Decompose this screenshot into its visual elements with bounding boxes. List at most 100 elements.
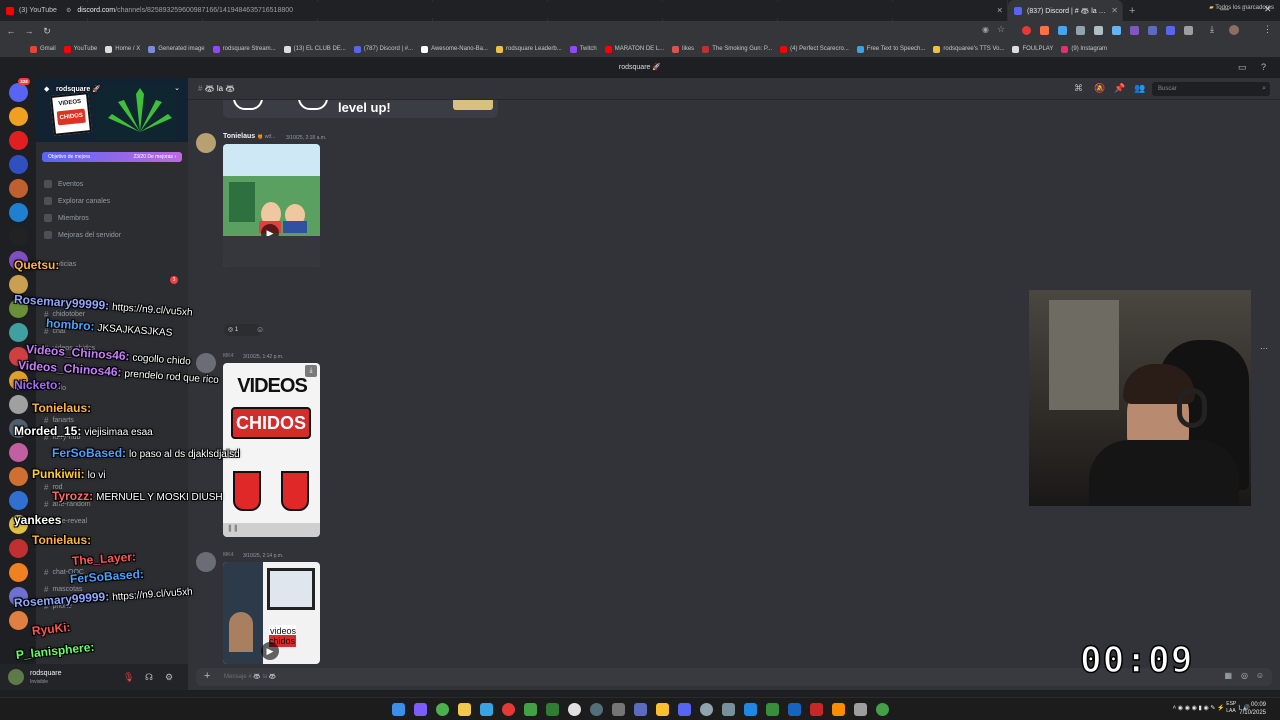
- bookmark-item[interactable]: rodsquare Leaderb...: [495, 45, 562, 53]
- obs-icon[interactable]: [568, 703, 581, 716]
- extension-icon[interactable]: [1148, 26, 1157, 35]
- download-icon[interactable]: ⤓: [1210, 24, 1214, 35]
- server-icon[interactable]: [9, 611, 28, 630]
- file-explorer-icon[interactable]: [458, 703, 471, 716]
- extension-record-icon[interactable]: [1022, 26, 1031, 35]
- avatar[interactable]: [196, 552, 216, 572]
- bookmark-item[interactable]: Twitch: [569, 45, 597, 53]
- bookmark-item[interactable]: likes: [672, 45, 694, 53]
- bookmark-star-icon[interactable]: ☆: [997, 24, 1005, 35]
- extension-icon[interactable]: [1130, 26, 1139, 35]
- avatar[interactable]: [8, 669, 24, 685]
- taskbar-app-icon[interactable]: [546, 703, 559, 716]
- taskbar-app-icon[interactable]: [414, 703, 427, 716]
- extension-icon[interactable]: [1040, 26, 1049, 35]
- server-icon[interactable]: [9, 467, 28, 486]
- server-icon[interactable]: [9, 155, 28, 174]
- message-author[interactable]: MK4: [223, 552, 234, 558]
- gif-icon[interactable]: ◎: [1241, 671, 1248, 680]
- boost-goal-bar[interactable]: Objetivo de mejora 23/20 De mejoras ›: [42, 152, 182, 162]
- play-icon[interactable]: ▶: [261, 642, 279, 660]
- server-icon[interactable]: [9, 227, 28, 246]
- profile-avatar[interactable]: [1229, 25, 1239, 35]
- bookmark-item[interactable]: YouTube: [63, 45, 97, 53]
- reload-icon[interactable]: ↻: [40, 26, 54, 37]
- add-reaction-icon[interactable]: ☺: [256, 325, 264, 334]
- bookmark-item[interactable]: Awesome-Nano-Ba...: [421, 45, 488, 53]
- add-attachment-icon[interactable]: +: [204, 670, 210, 682]
- server-icon[interactable]: [9, 107, 28, 126]
- taskbar-app-icon[interactable]: [854, 703, 867, 716]
- server-icon[interactable]: [9, 539, 28, 558]
- browser-tab[interactable]: (837) Discord | # 🦝 la 🦝 | rodsquare ✕: [1008, 0, 1123, 21]
- chrome-icon[interactable]: [436, 703, 449, 716]
- discord-taskbar-icon[interactable]: [678, 703, 691, 716]
- level-up-image[interactable]: level up!: [223, 100, 498, 118]
- bookmark-item[interactable]: Home / X: [105, 45, 140, 53]
- pause-icon[interactable]: ❚❚: [227, 524, 239, 532]
- sidebar-item-browse-channels[interactable]: Explorar canales: [44, 197, 110, 205]
- notification-bell-icon[interactable]: 🔕: [1094, 83, 1105, 94]
- sidebar-item-members[interactable]: Miembros: [44, 214, 89, 222]
- bookmark-item[interactable]: rodsquaree's TTS Vo...: [933, 45, 1004, 53]
- search-input[interactable]: Buscar ⌕: [1152, 82, 1270, 96]
- taskbar-app-icon[interactable]: [700, 703, 713, 716]
- help-icon[interactable]: ?: [1261, 62, 1266, 72]
- bookmark-item[interactable]: (4) Perfect Scarecro...: [780, 45, 849, 53]
- extension-icon[interactable]: [1094, 26, 1103, 35]
- bookmark-item[interactable]: rodsquare Stream...: [212, 45, 276, 53]
- bookmark-item[interactable]: Free Text to Speech...: [856, 45, 925, 53]
- server-icon[interactable]: [9, 203, 28, 222]
- direct-messages-icon[interactable]: [9, 83, 28, 102]
- forward-icon[interactable]: →: [22, 26, 36, 36]
- extensions-puzzle-icon[interactable]: [1184, 26, 1193, 35]
- video-attachment[interactable]: ▶: [223, 144, 320, 267]
- mute-microphone-icon[interactable]: 🎙: [123, 672, 134, 683]
- settings-gear-icon[interactable]: ⚙: [165, 672, 173, 683]
- pin-icon[interactable]: 📌: [1114, 83, 1125, 94]
- headphones-icon[interactable]: ☊: [145, 672, 153, 683]
- taskbar-app-icon[interactable]: [832, 703, 845, 716]
- gift-icon[interactable]: ▦: [1224, 671, 1232, 680]
- url-input[interactable]: ⚙ discord.com/channels/82589325960098716…: [58, 2, 998, 18]
- taskbar-app-icon[interactable]: [590, 703, 603, 716]
- server-icon[interactable]: [9, 131, 28, 150]
- tracking-icon[interactable]: ◉: [982, 25, 989, 34]
- server-icon[interactable]: [9, 275, 28, 294]
- emoji-icon[interactable]: ☺: [1256, 671, 1264, 680]
- server-icon[interactable]: [9, 491, 28, 510]
- taskbar-app-icon[interactable]: [502, 703, 515, 716]
- all-bookmarks-link[interactable]: ▰ Todos los marcadores: [1209, 4, 1274, 11]
- sidebar-item-server-boosts[interactable]: Mejoras del servidor: [44, 231, 121, 239]
- extension-icon[interactable]: [1166, 26, 1175, 35]
- server-icon[interactable]: [9, 563, 28, 582]
- chevron-down-icon[interactable]: ⌄: [174, 84, 180, 92]
- taskbar-app-icon[interactable]: [656, 703, 669, 716]
- server-icon[interactable]: [9, 179, 28, 198]
- bookmark-item[interactable]: (787) Discord | #...: [353, 45, 413, 53]
- taskbar-app-icon[interactable]: [612, 703, 625, 716]
- threads-icon[interactable]: ⌘: [1074, 83, 1083, 94]
- start-windows-icon[interactable]: [392, 703, 405, 716]
- inbox-icon[interactable]: ▭: [1238, 62, 1247, 73]
- taskbar-app-icon[interactable]: [480, 703, 493, 716]
- back-icon[interactable]: ←: [4, 26, 18, 36]
- browser-menu-icon[interactable]: ⋮: [1263, 24, 1272, 35]
- taskbar-app-icon[interactable]: [766, 703, 779, 716]
- server-icon[interactable]: [9, 443, 28, 462]
- close-tab-icon[interactable]: ✕: [1111, 6, 1118, 15]
- bookmark-item[interactable]: MARATON DE L...: [604, 45, 664, 53]
- site-info-icon[interactable]: ⚙: [66, 7, 71, 14]
- new-tab-button[interactable]: +: [1123, 5, 1141, 17]
- taskbar-app-icon[interactable]: [524, 703, 537, 716]
- system-clock[interactable]: 00:09 7/10/2025: [1239, 701, 1266, 717]
- avatar[interactable]: [196, 133, 216, 153]
- server-icon[interactable]: [9, 323, 28, 342]
- extension-icon[interactable]: [1058, 26, 1067, 35]
- bookmark-item[interactable]: The Smoking Gun: P...: [702, 45, 772, 53]
- bookmark-item[interactable]: Generated image: [148, 45, 205, 53]
- server-banner[interactable]: VIDEOS CHIDOS ◆ rodsquare 🚀 ⌄: [36, 78, 188, 142]
- bookmark-item[interactable]: (9) Instagram: [1061, 45, 1107, 53]
- message-author[interactable]: MK4: [223, 353, 234, 359]
- download-icon[interactable]: ⤓: [305, 365, 317, 377]
